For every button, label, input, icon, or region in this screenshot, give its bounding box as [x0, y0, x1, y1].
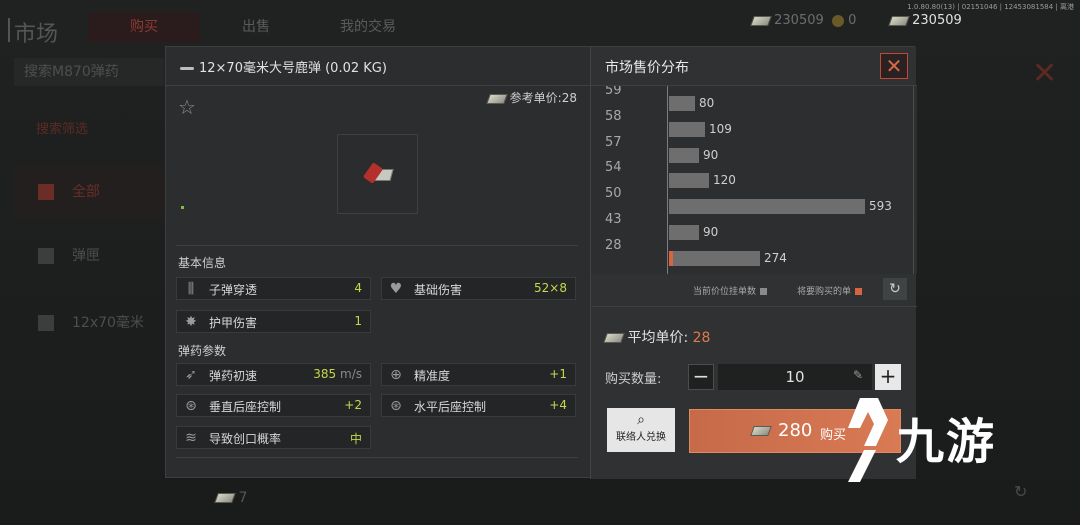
price-tick-label: 28 [605, 237, 622, 253]
favorite-star-icon[interactable]: ☆ [178, 95, 196, 119]
horizontal-recoil-icon: ⊛ [390, 397, 402, 414]
price-bar[interactable] [669, 173, 709, 189]
search-icon: ⌕ [637, 412, 645, 428]
item-title: 12×70毫米大号鹿弹 (0.02 KG) [180, 57, 387, 76]
price-bar[interactable] [669, 147, 699, 163]
status-dot [181, 206, 184, 209]
order-count-label: 90 [703, 225, 719, 239]
edit-pencil-icon[interactable]: ✎ [853, 368, 863, 382]
stat-base-damage: ♥ 基础伤害 52×8 [381, 277, 576, 300]
item-detail-dialog: 12×70毫米大号鹿弹 (0.02 KG) ☆ 参考单价:28 基本信息 ⫼ 子… [165, 46, 917, 479]
refresh-chart-button[interactable]: ↻ [883, 278, 907, 300]
bottom-value: 7 [214, 490, 247, 506]
stat-muzzle-velocity: ➶ 弹药初速 385 m/s [176, 363, 371, 386]
bullets-icon: ⫼ [187, 280, 195, 297]
cash-icon [486, 93, 508, 104]
stat-accuracy: ⊕ 精准度 +1 [381, 363, 576, 386]
close-button[interactable]: ✕ [880, 53, 908, 79]
item-image [337, 134, 418, 214]
market-search-input[interactable]: 搜索M870弹药 [14, 58, 164, 86]
average-price: 平均单价: 28 [603, 327, 710, 347]
price-bar[interactable] [669, 96, 695, 111]
sidebar-item-12x70[interactable]: 12x70毫米 [14, 297, 164, 349]
currency-balance-1: 230509 [750, 13, 824, 28]
market-tabs: 购买 出售 我的交易 [88, 12, 424, 42]
price-bar[interactable] [669, 225, 699, 240]
order-count-label: 109 [709, 121, 732, 136]
ammo-icon [38, 184, 54, 200]
sidebar-item-magazine[interactable]: 弹匣 [14, 230, 164, 282]
reference-price: 参考单价:28 [486, 89, 577, 106]
version-text: 1.0.80.80(13) | 02151046 | 12453081584 |… [907, 3, 1074, 11]
cash-icon [750, 426, 772, 436]
stat-horizontal-recoil: ⊛ 水平后座控制 +4 [381, 394, 576, 417]
rocket-icon: ➶ [185, 366, 197, 383]
stat-wound-chance: ≋ 导致创口概率 中 [176, 426, 371, 449]
watermark-text: 九游 [896, 414, 997, 470]
order-count-label: 274 [764, 250, 787, 265]
price-tick-label: 54 [605, 160, 622, 176]
bullet-icon [180, 67, 194, 70]
cash-icon [750, 15, 772, 26]
price-tick-label: 43 [605, 212, 622, 227]
price-tick-label: 57 [605, 134, 622, 150]
jiuyou-watermark: 九游 [830, 390, 1050, 500]
quantity-input[interactable]: 10 [718, 364, 872, 390]
broken-heart-icon: ♥ [389, 280, 403, 297]
item-info-panel: 12×70毫米大号鹿弹 (0.02 KG) ☆ 参考单价:28 基本信息 ⫼ 子… [166, 47, 590, 479]
order-count-label: 593 [869, 199, 892, 214]
my-order-marker [669, 250, 673, 266]
stat-armor-damage: ✸ 护甲伤害 1 [176, 310, 371, 333]
price-tick-label: 59 [605, 86, 622, 98]
stat-penetration: ⫼ 子弹穿透 4 [176, 277, 371, 300]
price-tick-label: 50 [605, 186, 622, 202]
cash-icon [603, 333, 625, 343]
tab-buy[interactable]: 购买 [88, 12, 200, 42]
quantity-increase-button[interactable]: + [875, 364, 901, 390]
shell-icon [38, 315, 54, 331]
market-page-title: 市场 [7, 16, 58, 48]
ammo-params-heading: 弹药参数 [178, 344, 227, 358]
wound-icon: ≋ [185, 429, 197, 446]
order-count-label: 90 [703, 147, 719, 162]
armor-break-icon: ✸ [185, 313, 197, 330]
cash-icon [214, 493, 236, 503]
basic-info-heading: 基本信息 [178, 256, 227, 270]
crosshair-icon: ⊕ [390, 366, 402, 383]
stat-vertical-recoil: ⊛ 垂直后座控制 +2 [176, 394, 371, 417]
legend-my-orders: 将要购买的单 [797, 284, 863, 297]
price-bar[interactable] [669, 250, 760, 266]
sidebar-item-all[interactable]: 全部 [14, 166, 164, 218]
vertical-recoil-icon: ⊛ [185, 397, 197, 414]
coin-icon [832, 14, 844, 27]
close-market-icon[interactable]: ✕ [1032, 56, 1057, 91]
tab-sell[interactable]: 出售 [200, 12, 312, 42]
price-bar[interactable] [669, 121, 705, 137]
price-bar[interactable] [669, 199, 865, 215]
magazine-icon [38, 248, 54, 264]
filter-label[interactable]: 搜索筛选 [36, 118, 88, 137]
market-price-title: 市场售价分布 [605, 60, 689, 76]
order-count-label: 120 [713, 173, 736, 188]
quantity-label: 购买数量: [605, 372, 662, 387]
price-tick-label: 58 [605, 108, 622, 124]
price-distribution-chart[interactable]: 59 80 58 109 57 90 54 120 50 593 43 90 28 274 [591, 86, 917, 274]
shotgun-shell-icon [362, 161, 394, 184]
cash-icon [888, 15, 910, 26]
currency-balance-3: 230509 [888, 13, 962, 28]
legend-current-orders: 当前价位挂单数 [693, 284, 768, 297]
currency-balance-2: 0 [832, 13, 856, 28]
order-count-label: 80 [699, 96, 715, 110]
contact-exchange-button[interactable]: ⌕ 联络人兑换 [607, 408, 675, 452]
quantity-decrease-button[interactable]: − [688, 364, 714, 390]
jiuyou-logo-icon [848, 398, 888, 482]
tab-my-trades[interactable]: 我的交易 [312, 12, 424, 42]
